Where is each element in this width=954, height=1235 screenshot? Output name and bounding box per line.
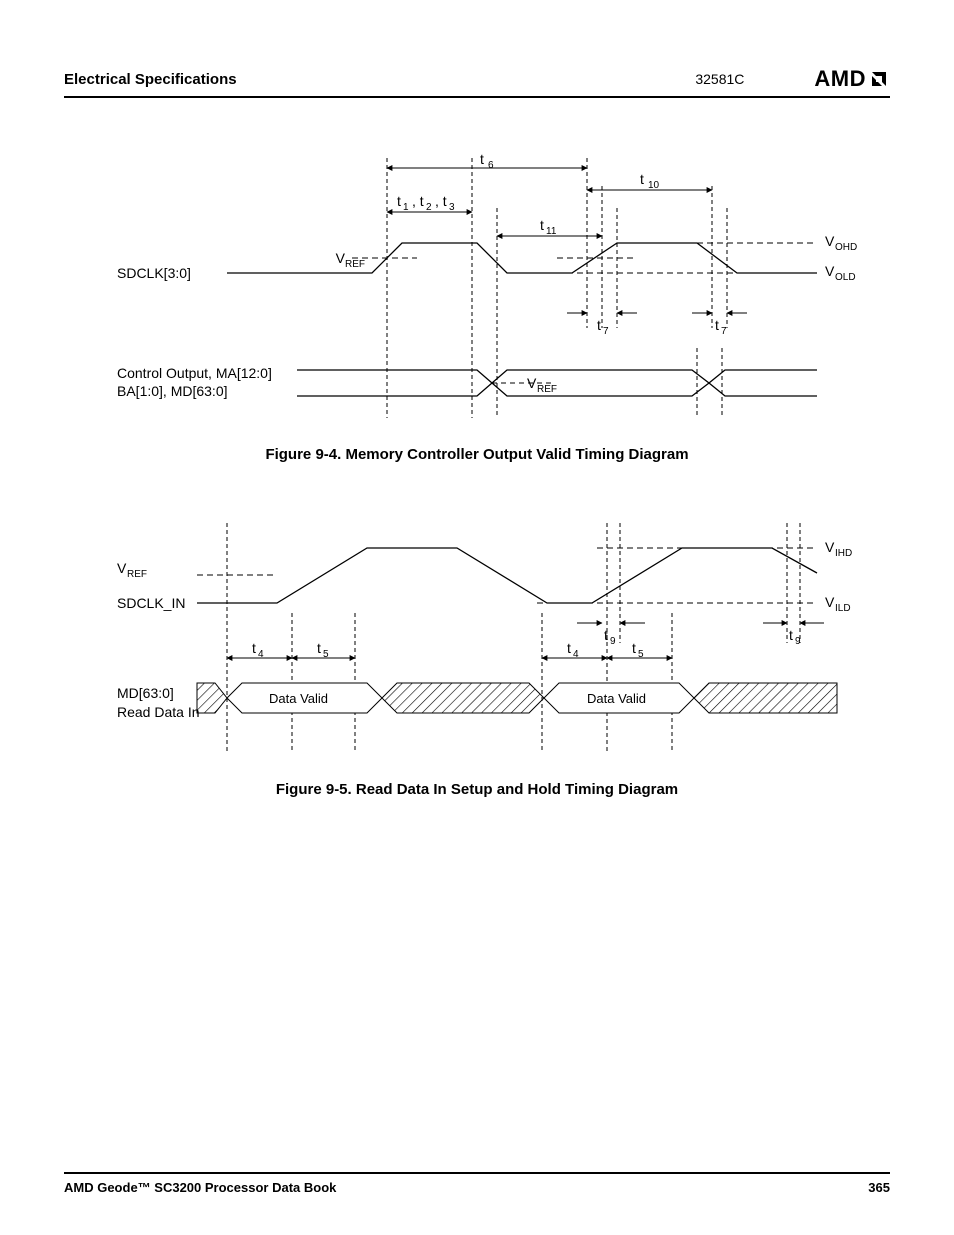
svg-text:t: t [252, 640, 256, 656]
svg-text:11: 11 [546, 226, 557, 237]
svg-text:, t: , t [435, 193, 447, 209]
svg-text:3: 3 [449, 202, 455, 213]
svg-text:7: 7 [721, 326, 727, 337]
footer-page: 365 [868, 1180, 890, 1195]
figure-9-4: t6 t10 t1 , t2 , t3 t11 VREF VOHD VOLD S… [97, 148, 857, 428]
svg-text:V: V [825, 263, 835, 279]
md-label: MD[63:0] [117, 685, 174, 701]
rdi-label: Read Data In [117, 704, 200, 720]
svg-text:Data Valid: Data Valid [587, 691, 646, 706]
svg-text:REF: REF [345, 259, 365, 270]
svg-text:9: 9 [610, 636, 616, 647]
svg-text:t: t [597, 317, 601, 333]
svg-text:OLD: OLD [835, 272, 856, 283]
svg-text:t: t [604, 627, 608, 643]
svg-text:REF: REF [127, 569, 147, 580]
footer: AMD Geode™ SC3200 Processor Data Book 36… [64, 1172, 890, 1195]
svg-text:, t: , t [412, 193, 424, 209]
svg-text:V: V [825, 539, 835, 555]
svg-text:t: t [632, 640, 636, 656]
svg-text:7: 7 [603, 326, 609, 337]
figure-9-4-caption: Figure 9-4. Memory Controller Output Val… [64, 446, 890, 463]
svg-text:2: 2 [426, 202, 432, 213]
doc-id: 32581C [695, 71, 744, 87]
svg-text:t: t [789, 627, 793, 643]
svg-text:9: 9 [795, 636, 801, 647]
ctrl-row-2: BA[1:0], MD[63:0] [117, 383, 228, 399]
svg-text:10: 10 [648, 180, 660, 191]
sdclk-label: SDCLK[3:0] [117, 265, 191, 281]
svg-text:ILD: ILD [835, 603, 851, 614]
svg-text:6: 6 [488, 160, 494, 171]
svg-text:REF: REF [537, 384, 557, 395]
svg-text:t: t [567, 640, 571, 656]
svg-text:IHD: IHD [835, 548, 852, 559]
ctrl-row-1: Control Output, MA[12:0] [117, 365, 272, 381]
figure-9-5: VREF SDCLK_IN VIHD VILD t9 t9 t4 t5 t4 t… [97, 503, 857, 763]
logo-text: AMD [814, 66, 866, 92]
svg-text:V: V [117, 560, 127, 576]
svg-text:5: 5 [323, 649, 329, 660]
svg-text:V: V [527, 375, 537, 391]
svg-text:t: t [640, 171, 644, 187]
svg-text:V: V [825, 233, 835, 249]
footer-book: AMD Geode™ SC3200 Processor Data Book [64, 1180, 336, 1195]
svg-text:OHD: OHD [835, 242, 857, 253]
header: Electrical Specifications 32581C AMD [64, 66, 890, 98]
amd-arrow-icon [868, 68, 890, 90]
svg-text:t: t [397, 193, 401, 209]
svg-text:4: 4 [258, 649, 264, 660]
svg-text:4: 4 [573, 649, 579, 660]
amd-logo: AMD [814, 66, 890, 92]
svg-text:t: t [715, 317, 719, 333]
svg-text:5: 5 [638, 649, 644, 660]
figure-9-5-caption: Figure 9-5. Read Data In Setup and Hold … [64, 781, 890, 798]
svg-text:1: 1 [403, 202, 409, 213]
svg-text:t: t [540, 217, 544, 233]
svg-text:V: V [825, 594, 835, 610]
svg-text:t: t [480, 151, 484, 167]
svg-text:Data Valid: Data Valid [269, 691, 328, 706]
svg-text:t: t [317, 640, 321, 656]
section-title: Electrical Specifications [64, 71, 237, 88]
sdclkin-label: SDCLK_IN [117, 595, 185, 611]
